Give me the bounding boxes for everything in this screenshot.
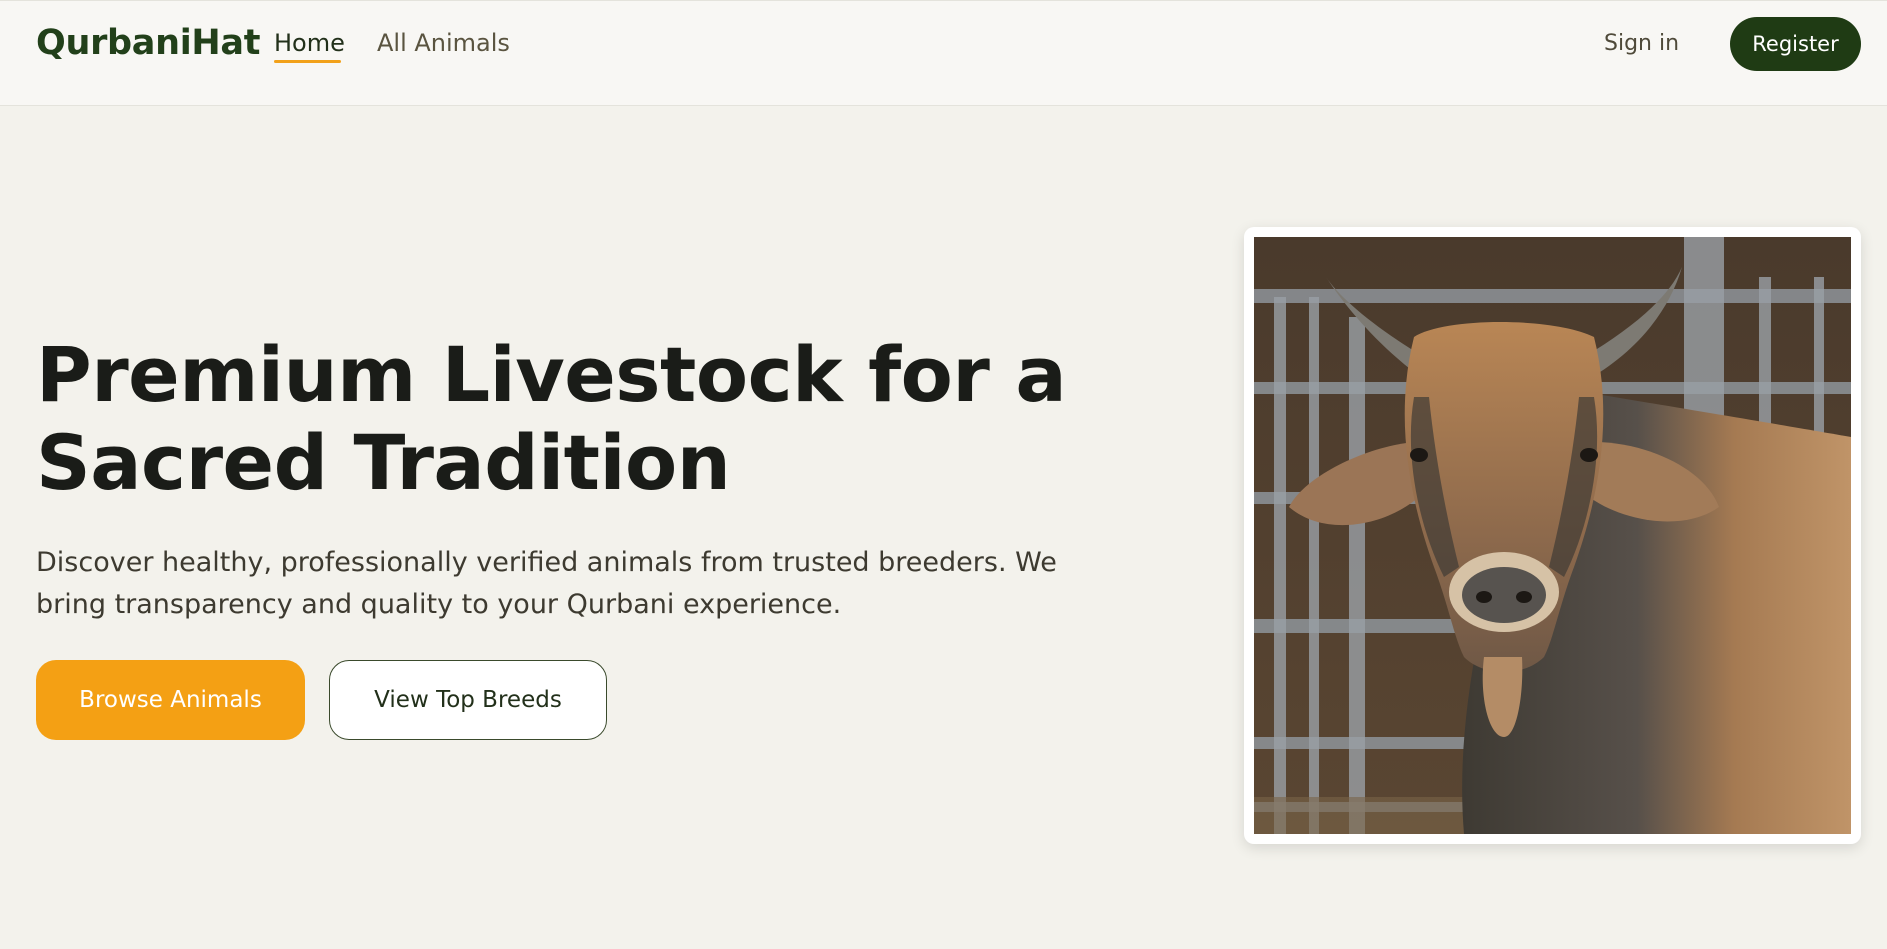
hero-title: Premium Livestock for a Sacred Tradition	[36, 330, 1067, 507]
brand-logo[interactable]: QurbaniHat	[36, 23, 260, 63]
nav-link-home[interactable]: Home	[274, 29, 345, 57]
view-top-breeds-button[interactable]: View Top Breeds	[329, 660, 607, 740]
sign-in-link[interactable]: Sign in	[1604, 31, 1679, 56]
bull-photo	[1254, 237, 1851, 834]
register-button[interactable]: Register	[1730, 17, 1861, 71]
nav-link-all-animals[interactable]: All Animals	[377, 29, 510, 57]
active-nav-indicator	[274, 60, 341, 63]
browse-animals-button[interactable]: Browse Animals	[36, 660, 305, 740]
hero-image-card	[1244, 227, 1861, 844]
top-navbar: QurbaniHat Home All Animals Sign in Regi…	[0, 0, 1887, 106]
bull-illustration	[1254, 237, 1851, 834]
hero-subtitle: Discover healthy, professionally verifie…	[36, 547, 1057, 620]
